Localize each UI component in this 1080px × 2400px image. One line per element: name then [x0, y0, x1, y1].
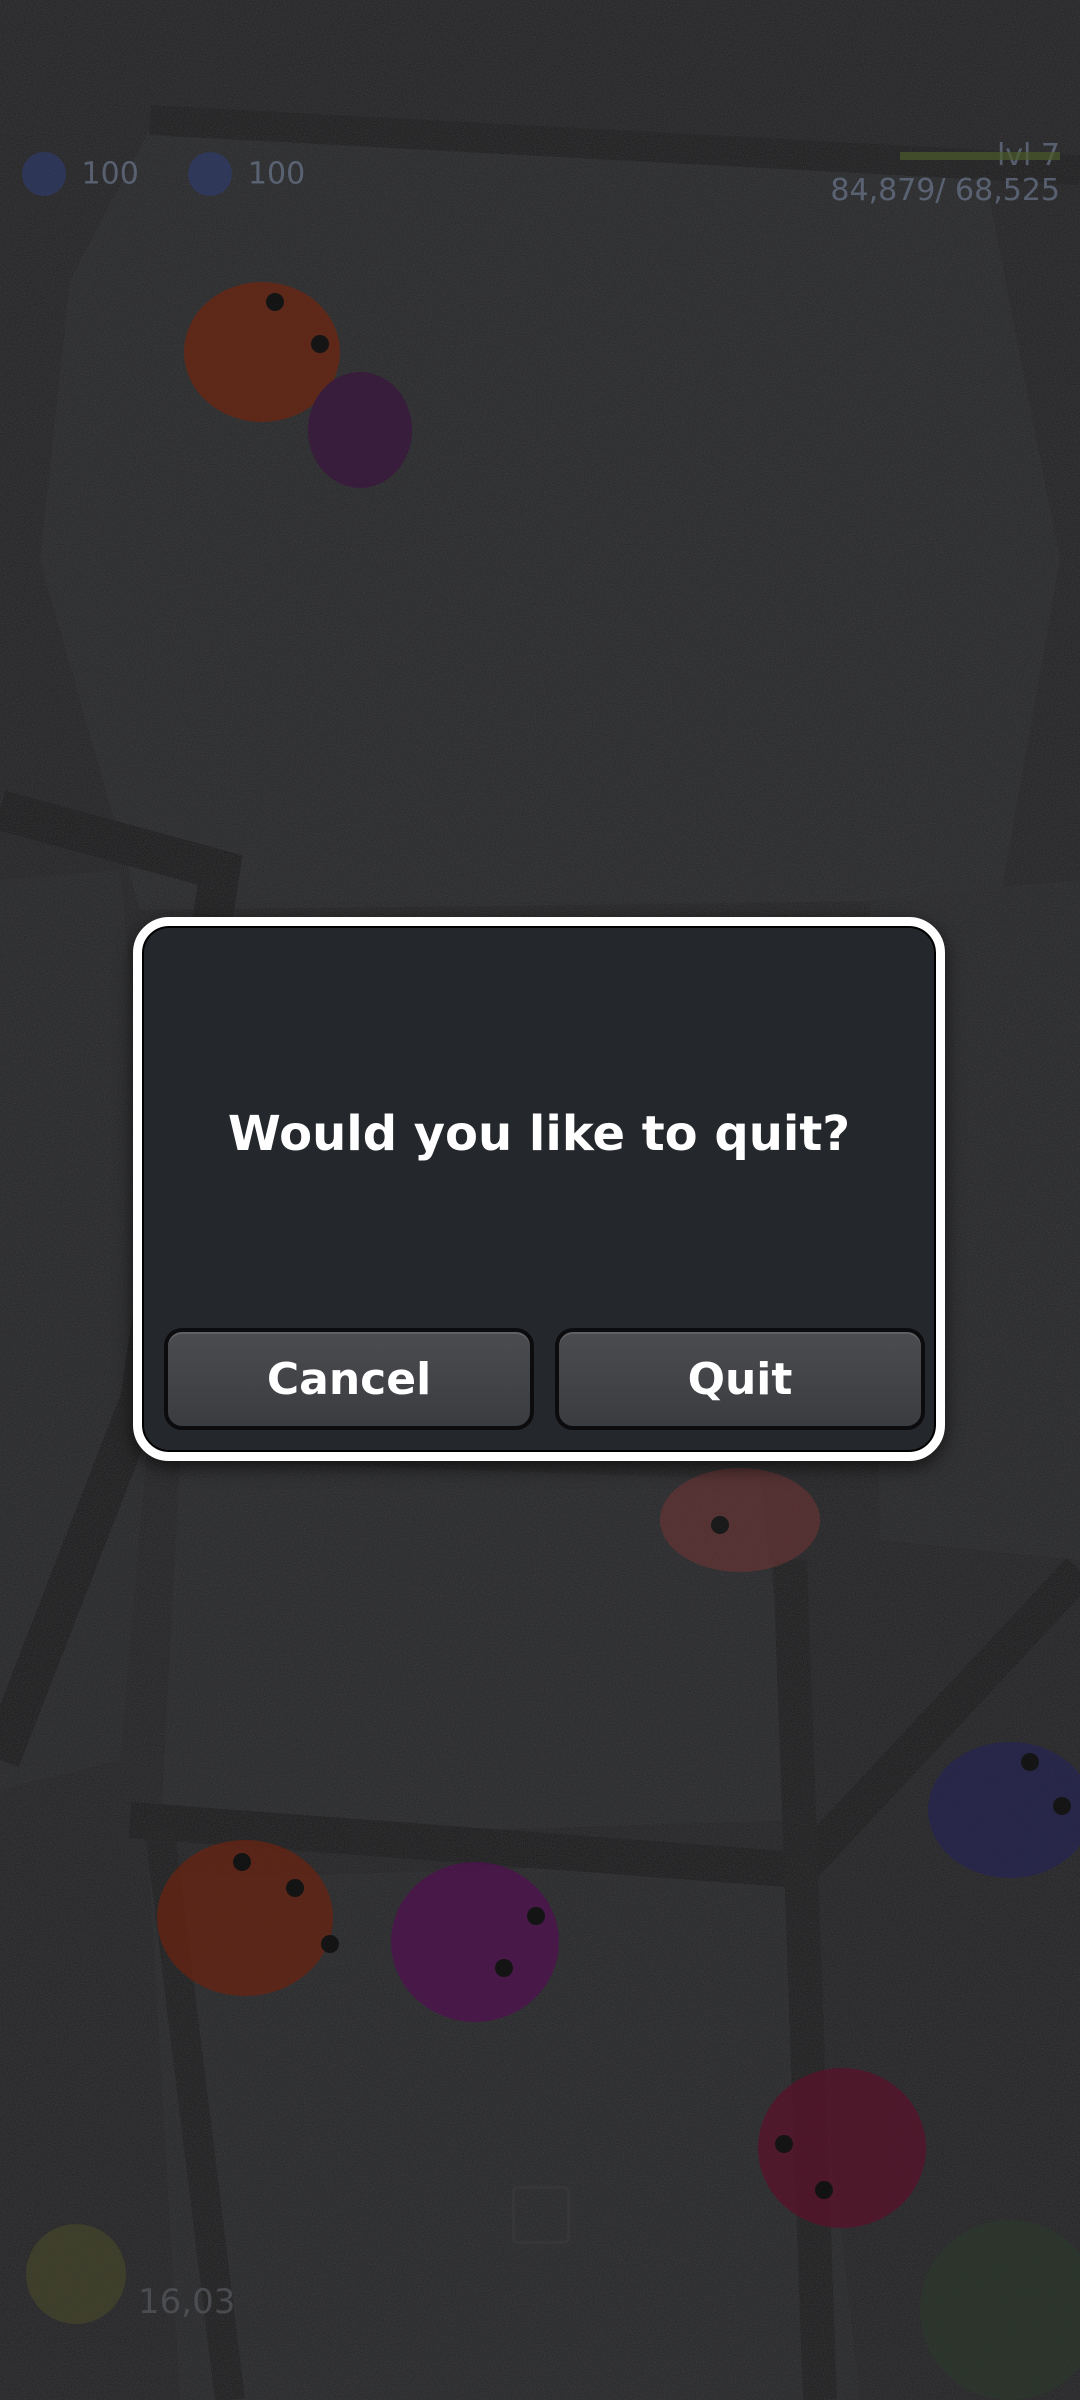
dialog-message: Would you like to quit?	[227, 1106, 851, 1162]
cancel-button[interactable]: Cancel	[164, 1328, 534, 1430]
xp-progress-label: 84,879/ 68,525	[830, 173, 1060, 208]
inventory-box-icon	[512, 2186, 570, 2244]
xp-progress-bar	[900, 152, 1060, 160]
quit-dialog: Would you like to quit? Cancel Quit	[133, 917, 945, 1461]
hud-level: lvl 7 84,879/ 68,525	[830, 138, 1060, 208]
gem-icon	[188, 152, 233, 196]
quit-button[interactable]: Quit	[555, 1328, 925, 1430]
gem-icon	[22, 152, 66, 196]
coin-icon	[26, 2224, 126, 2324]
resource-b-value: 100	[247, 156, 306, 192]
hud-resources: 100 100	[22, 152, 305, 196]
bottom-currency-value: 16,03	[138, 2282, 236, 2322]
resource-a-value: 100	[81, 156, 139, 192]
